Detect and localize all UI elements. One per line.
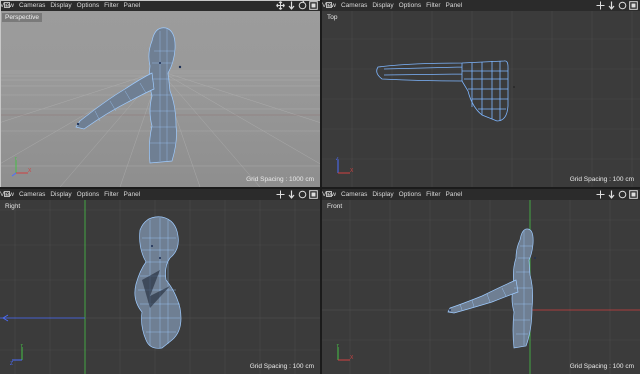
menu-display[interactable]: Display <box>372 191 398 198</box>
right-scene <box>0 200 320 374</box>
svg-text:X: X <box>350 168 354 174</box>
dolly-view-icon[interactable] <box>607 1 616 10</box>
menu-filter[interactable]: Filter <box>426 191 445 198</box>
menu-filter[interactable]: Filter <box>426 2 445 9</box>
viewport-icon <box>326 2 332 8</box>
menu-options[interactable]: Options <box>399 2 426 9</box>
viewport-perspective[interactable]: View Cameras Display Options Filter Pane… <box>0 0 320 187</box>
svg-text:X: X <box>350 355 354 361</box>
svg-text:Z: Z <box>336 157 339 162</box>
viewport-menubar: View Cameras Display Options Filter Pane… <box>0 189 320 200</box>
viewport-front[interactable]: View Cameras Display Options Filter Pane… <box>322 189 640 374</box>
menu-cameras[interactable]: Cameras <box>341 191 372 198</box>
viewport-menubar: View Cameras Display Options Filter Pane… <box>0 0 320 11</box>
menu-filter[interactable]: Filter <box>104 191 123 198</box>
svg-text:Y: Y <box>336 344 340 349</box>
viewport-divider-horizontal[interactable] <box>0 187 640 189</box>
viewport-right[interactable]: View Cameras Display Options Filter Pane… <box>0 189 320 374</box>
menu-cameras[interactable]: Cameras <box>341 2 372 9</box>
perspective-scene <box>0 27 320 187</box>
svg-text:X: X <box>28 168 32 174</box>
grid-spacing-label: Grid Spacing : 100 cm <box>569 176 634 183</box>
menu-panel[interactable]: Panel <box>446 2 468 9</box>
menu-options[interactable]: Options <box>77 191 104 198</box>
maximize-view-icon[interactable] <box>309 190 318 199</box>
axis-gizmo: Z X <box>336 157 354 174</box>
top-scene <box>322 11 640 187</box>
axis-gizmo: Y Z <box>10 344 24 366</box>
move-view-icon[interactable] <box>596 1 605 10</box>
menu-panel[interactable]: Panel <box>124 2 146 9</box>
maximize-view-icon[interactable] <box>629 190 638 199</box>
viewport-icon <box>4 2 10 8</box>
menu-cameras[interactable]: Cameras <box>19 191 50 198</box>
viewport-top[interactable]: View Cameras Display Options Filter Pane… <box>322 0 640 187</box>
menu-cameras[interactable]: Cameras <box>19 2 50 9</box>
rotate-view-icon[interactable] <box>618 190 627 199</box>
maximize-view-icon[interactable] <box>629 1 638 10</box>
menu-options[interactable]: Options <box>77 2 104 9</box>
move-view-icon[interactable] <box>276 1 285 10</box>
rotate-view-icon[interactable] <box>298 190 307 199</box>
rotate-view-icon[interactable] <box>298 0 307 10</box>
move-view-icon[interactable] <box>276 190 285 199</box>
dolly-view-icon[interactable] <box>287 190 296 199</box>
dolly-view-icon[interactable] <box>607 190 616 199</box>
grid-spacing-label: Grid Spacing : 100 cm <box>569 363 634 370</box>
svg-text:Y: Y <box>20 344 24 349</box>
menu-filter[interactable]: Filter <box>104 2 123 9</box>
viewport-icon <box>4 191 10 197</box>
maximize-view-icon[interactable] <box>309 1 318 10</box>
menu-options[interactable]: Options <box>399 191 426 198</box>
menu-panel[interactable]: Panel <box>124 191 146 198</box>
grid-spacing-label: Grid Spacing : 100 cm <box>249 363 314 370</box>
axis-gizmo: Y X <box>336 344 354 361</box>
grid-spacing-label: Grid Spacing : 1000 cm <box>246 176 314 183</box>
menu-panel[interactable]: Panel <box>446 191 468 198</box>
viewport-icon <box>326 191 332 197</box>
menu-display[interactable]: Display <box>50 2 76 9</box>
menu-display[interactable]: Display <box>50 191 76 198</box>
dolly-view-icon[interactable] <box>287 1 296 10</box>
move-view-icon[interactable] <box>596 190 605 199</box>
axis-gizmo: Y X <box>11 157 32 177</box>
viewport-menubar: View Cameras Display Options Filter Pane… <box>322 189 640 200</box>
rotate-view-icon[interactable] <box>618 1 627 10</box>
svg-text:Y: Y <box>14 157 18 162</box>
svg-text:Z: Z <box>10 361 13 366</box>
front-scene <box>322 200 640 374</box>
viewport-menubar: View Cameras Display Options Filter Pane… <box>322 0 640 11</box>
menu-display[interactable]: Display <box>372 2 398 9</box>
